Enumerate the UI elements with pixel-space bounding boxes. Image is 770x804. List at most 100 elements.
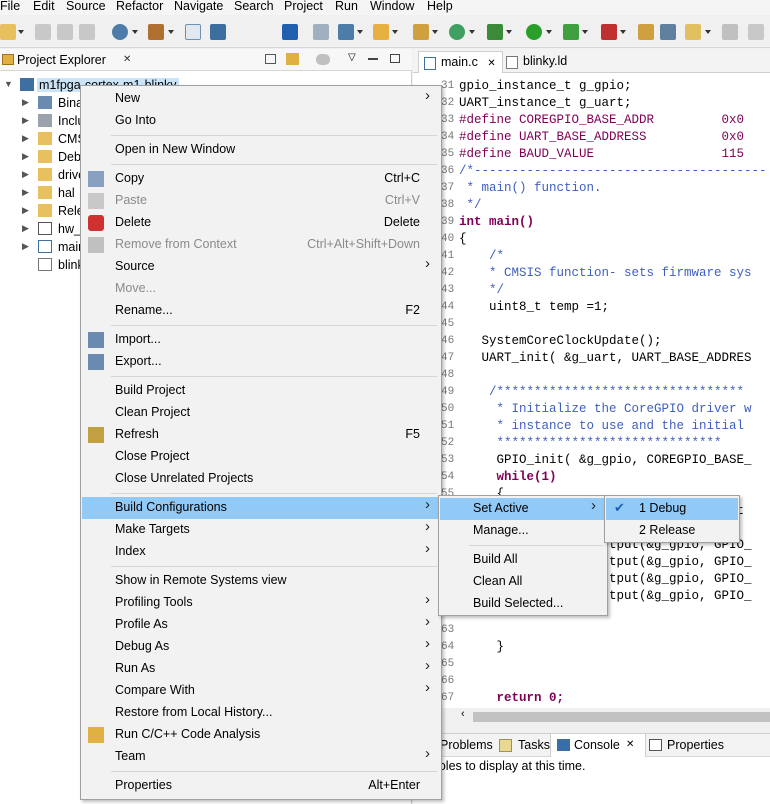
menu-item-show-in-remote-systems-view[interactable]: Show in Remote Systems view [82,570,440,592]
menu-item-export[interactable]: Export... [82,351,440,373]
collapse-all-icon[interactable] [265,54,276,64]
menu-item-restore-from-local-history[interactable]: Restore from Local History... [82,702,440,724]
menu-item-import[interactable]: Import... [82,329,440,351]
open-task-icon[interactable] [638,24,654,40]
open-folder-icon[interactable] [373,24,389,40]
menu-item-build-all[interactable]: Build All [440,549,606,571]
save-icon[interactable] [35,24,51,40]
menu-item-set-active[interactable]: Set Active › [440,497,606,520]
minimize-icon[interactable] [368,58,378,60]
menu-item-close-project[interactable]: Close Project [82,446,440,468]
project-explorer-tab[interactable]: Project Explorer ✕ ▽ [0,49,412,71]
print-icon[interactable] [79,24,95,40]
chevron-down-icon[interactable]: ▼ [4,79,13,89]
view-menu-icon[interactable]: ▽ [348,52,356,63]
menu-item-build-project[interactable]: Build Project [82,380,440,402]
debug-icon[interactable] [487,24,503,40]
marker-icon[interactable] [685,24,701,40]
menu-run[interactable]: Run [335,0,358,13]
new-icon[interactable] [0,24,16,40]
menu-item-compare-with[interactable]: Compare With › [82,679,440,702]
chevron-right-icon[interactable]: ▶ [22,205,29,216]
scroll-left-icon[interactable]: ‹ [461,708,465,720]
menu-window[interactable]: Window [370,0,414,13]
close-icon[interactable]: ✕ [123,54,131,65]
monitor-icon[interactable] [210,24,226,40]
menu-item-profile-as[interactable]: Profile As › [82,613,440,636]
menu-item-run-as[interactable]: Run As › [82,657,440,680]
menu-item-team[interactable]: Team › [82,745,440,768]
tab-tasks[interactable]: Tasks [518,738,550,752]
menu-project[interactable]: Project [284,0,323,13]
tab-console[interactable]: Console [574,738,620,752]
code-editor[interactable]: 31 gpio_instance_t g_gpio; 32 UART_instance… [413,73,770,725]
menu-item-refresh[interactable]: Refresh F5 [82,424,440,446]
pen-icon[interactable] [722,24,738,40]
search-icon[interactable] [660,24,676,40]
menu-item-open-in-new-window[interactable]: Open in New Window [82,139,440,161]
tab-blinky-ld[interactable]: blinky.ld [501,51,573,73]
new-project-icon[interactable] [338,24,354,40]
chevron-right-icon[interactable]: ▶ [22,115,29,126]
close-icon[interactable]: ✕ [626,739,634,750]
menu-item-profiling-tools[interactable]: Profiling Tools › [82,591,440,614]
line-number: 47 [441,352,455,364]
new-file-icon[interactable] [413,24,429,40]
menu-refactor[interactable]: Refactor [116,0,163,13]
menu-search[interactable]: Search [234,0,274,13]
menu-item-build-selected[interactable]: Build Selected... [440,593,606,615]
menu-item-source[interactable]: Source › [82,255,440,278]
menu-item-manage[interactable]: Manage... [440,520,606,542]
menu-item-rename[interactable]: Rename... F2 [82,300,440,322]
menu-item-copy[interactable]: Copy Ctrl+C [82,168,440,190]
run-icon[interactable] [526,24,542,40]
close-icon[interactable]: ✕ [487,58,495,69]
menu-item-index[interactable]: Index › [82,540,440,563]
menu-item-debug-as[interactable]: Debug As › [82,635,440,658]
refresh-icon[interactable] [449,24,465,40]
menu-item-clean-project[interactable]: Clean Project [82,402,440,424]
menu-item-make-targets[interactable]: Make Targets › [82,518,440,541]
focus-icon[interactable] [316,54,330,65]
menu-item-new[interactable]: New › [82,87,440,110]
menu-item-close-unrelated-projects[interactable]: Close Unrelated Projects [82,468,440,490]
gear-icon[interactable] [112,24,128,40]
chevron-right-icon[interactable]: ▶ [22,223,29,234]
menu-item-clean-all[interactable]: Clean All [440,571,606,593]
menu-item-build-configurations[interactable]: Build Configurations › [82,496,440,519]
horizontal-scrollbar[interactable]: ‹ [413,708,770,725]
chevron-right-icon[interactable]: ▶ [22,169,29,180]
step-icon[interactable] [313,24,329,40]
stop-icon[interactable] [601,24,617,40]
menu-item-1-debug[interactable]: ✔ 1 Debug [606,498,738,520]
menu-item-run-c-c-code-analysis[interactable]: Run C/C++ Code Analysis [82,724,440,746]
scrollbar-thumb[interactable] [473,712,770,722]
chevron-right-icon[interactable]: ▶ [22,241,29,252]
menu-item-properties[interactable]: Properties Alt+Enter [82,775,440,797]
save-all-icon[interactable] [57,24,73,40]
chevron-right-icon[interactable]: ▶ [22,187,29,198]
link-editor-icon[interactable] [286,53,299,65]
nav-icon[interactable] [748,24,764,40]
menu-file[interactable]: File [0,0,20,13]
chevron-right-icon[interactable]: ▶ [22,151,29,162]
menu-item-label: Build Selected... [473,596,564,610]
menu-source[interactable]: Source [66,0,106,13]
binary-icon[interactable] [185,24,201,40]
tab-problems[interactable]: Problems [440,738,493,752]
chevron-right-icon[interactable]: ▶ [22,97,29,108]
chevron-right-icon[interactable]: ▶ [22,133,29,144]
run-config-icon[interactable] [563,24,579,40]
menu-navigate[interactable]: Navigate [174,0,223,13]
menu-edit[interactable]: Edit [33,0,55,13]
hammer-icon[interactable] [148,24,164,40]
tab-console-active[interactable]: Console ✕ [550,734,646,757]
menu-item-go-into[interactable]: Go Into [82,110,440,132]
tab-properties[interactable]: Properties [667,738,724,752]
menu-item-2-release[interactable]: 2 Release [606,520,738,542]
maximize-icon[interactable] [390,54,400,63]
menu-item-delete[interactable]: Delete Delete [82,212,440,234]
skip-breakpoints-icon[interactable] [282,24,298,40]
tab-main-c[interactable]: main.c ✕ [418,51,503,73]
menu-help[interactable]: Help [427,0,453,13]
